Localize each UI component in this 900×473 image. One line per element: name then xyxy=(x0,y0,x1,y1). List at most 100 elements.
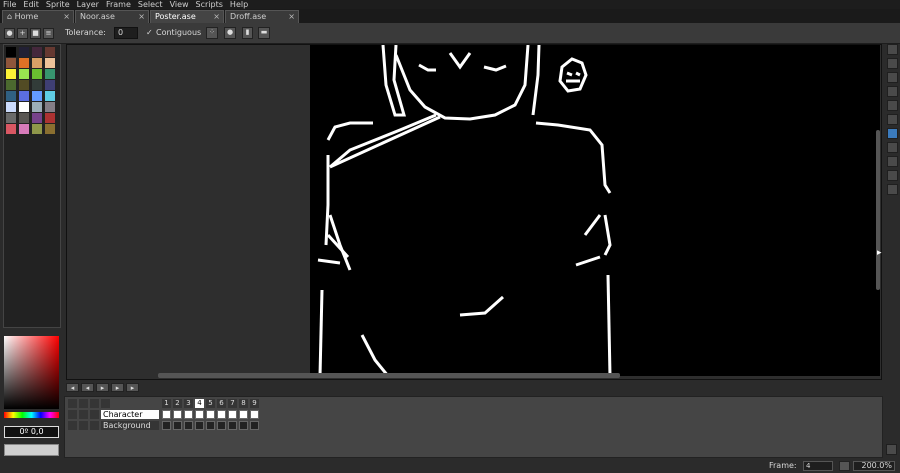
frame-header-7[interactable]: 7 xyxy=(228,399,237,408)
lock-icon[interactable] xyxy=(79,421,88,430)
frame-header-2[interactable]: 2 xyxy=(173,399,182,408)
blur-icon[interactable] xyxy=(887,170,898,181)
first-frame-icon[interactable]: ◂ xyxy=(66,383,79,392)
menu-layer[interactable]: Layer xyxy=(77,0,99,9)
palette-swatch[interactable] xyxy=(45,113,55,123)
rectangle-icon[interactable] xyxy=(887,156,898,167)
vertical-scrollbar[interactable] xyxy=(876,130,880,290)
palette-swatch[interactable] xyxy=(19,124,29,134)
tolerance-input[interactable]: 0 xyxy=(114,27,138,39)
palette-swatch[interactable] xyxy=(45,91,55,101)
eraser-icon[interactable] xyxy=(887,72,898,83)
timeline-cel[interactable] xyxy=(239,410,248,419)
palette-swatch[interactable] xyxy=(19,91,29,101)
link-icon[interactable] xyxy=(90,399,99,408)
palette-swatch[interactable] xyxy=(6,102,16,112)
timeline-cel[interactable] xyxy=(195,421,204,430)
timeline-cel[interactable] xyxy=(217,421,226,430)
menu-file[interactable]: File xyxy=(3,0,16,9)
ink-alpha-icon[interactable]: + xyxy=(17,28,28,39)
palette-swatch[interactable] xyxy=(32,113,42,123)
zoom-level[interactable]: 200.0% xyxy=(853,461,895,471)
ink-shade-icon[interactable]: ≡ xyxy=(43,28,54,39)
marquee-icon[interactable] xyxy=(887,44,898,55)
play-icon[interactable]: ▸ xyxy=(96,383,109,392)
palette-swatch[interactable] xyxy=(6,80,16,90)
palette-swatch[interactable] xyxy=(32,69,42,79)
timeline-cel[interactable] xyxy=(184,410,193,419)
horizontal-scrollbar[interactable] xyxy=(158,373,620,378)
palette-swatch[interactable] xyxy=(32,47,42,57)
menu-sprite[interactable]: Sprite xyxy=(46,0,70,9)
menu-scripts[interactable]: Scripts xyxy=(196,0,223,9)
timeline-cel[interactable] xyxy=(195,410,204,419)
timeline-cel[interactable] xyxy=(173,410,182,419)
palette-swatch[interactable] xyxy=(19,102,29,112)
close-icon[interactable]: × xyxy=(288,11,295,23)
palette-swatch[interactable] xyxy=(19,69,29,79)
timeline-cel[interactable] xyxy=(228,410,237,419)
palette-swatch[interactable] xyxy=(6,47,16,57)
palette-swatch[interactable] xyxy=(6,58,16,68)
palette-swatch[interactable] xyxy=(45,58,55,68)
frame-header-6[interactable]: 6 xyxy=(217,399,226,408)
palette-swatch[interactable] xyxy=(45,47,55,57)
palette-swatch[interactable] xyxy=(19,80,29,90)
menu-edit[interactable]: Edit xyxy=(23,0,39,9)
timeline-cel[interactable] xyxy=(206,421,215,430)
layers-icon[interactable]: ▬ xyxy=(258,27,270,39)
zoom-icon[interactable] xyxy=(839,461,850,471)
link-icon[interactable] xyxy=(90,421,99,430)
palette-swatch[interactable] xyxy=(45,69,55,79)
zoom-icon[interactable] xyxy=(887,100,898,111)
palette-swatch[interactable] xyxy=(32,58,42,68)
paint-bucket-icon[interactable] xyxy=(887,128,898,139)
palette-swatch[interactable] xyxy=(32,102,42,112)
frame-header-5[interactable]: 5 xyxy=(206,399,215,408)
lock-icon[interactable] xyxy=(79,399,88,408)
ink-lock-icon[interactable]: ■ xyxy=(30,28,41,39)
timeline-cel[interactable] xyxy=(217,410,226,419)
tab-noor[interactable]: Noor.ase × xyxy=(75,10,149,23)
menu-frame[interactable]: Frame xyxy=(106,0,131,9)
layer-name-character[interactable]: Character xyxy=(101,410,159,419)
lock-icon[interactable] xyxy=(79,410,88,419)
eye-icon[interactable] xyxy=(68,399,77,408)
palette-swatch[interactable] xyxy=(19,113,29,123)
timeline-cel[interactable] xyxy=(162,421,171,430)
tab-droff[interactable]: Droff.ase × xyxy=(225,10,299,23)
line-icon[interactable] xyxy=(887,142,898,153)
next-frame-icon[interactable]: ▸ xyxy=(111,383,124,392)
timeline-cel[interactable] xyxy=(228,421,237,430)
frame-header-3[interactable]: 3 xyxy=(184,399,193,408)
timeline-cel[interactable] xyxy=(250,410,259,419)
palette-swatch[interactable] xyxy=(19,47,29,57)
frame-header-1[interactable]: 1 xyxy=(162,399,171,408)
close-icon[interactable]: × xyxy=(213,11,220,23)
continuous-icon[interactable] xyxy=(101,399,110,408)
timeline-cel[interactable] xyxy=(250,421,259,430)
sprite-canvas[interactable] xyxy=(310,45,880,376)
user-icon[interactable]: ● xyxy=(224,27,236,39)
frame-header-9[interactable]: 9 xyxy=(250,399,259,408)
frame-header-4[interactable]: 4 xyxy=(195,399,204,408)
tab-home[interactable]: ⌂ Home × xyxy=(2,10,74,23)
contiguous-checkbox[interactable]: ✓ xyxy=(146,28,153,37)
link-icon[interactable] xyxy=(90,410,99,419)
menu-help[interactable]: Help xyxy=(230,0,248,9)
tab-poster[interactable]: Poster.ase × xyxy=(150,10,224,23)
frame-header-8[interactable]: 8 xyxy=(239,399,248,408)
saturation-value-area[interactable] xyxy=(4,336,59,409)
palette-swatch[interactable] xyxy=(45,124,55,134)
palette-swatch[interactable] xyxy=(6,113,16,123)
pencil-icon[interactable] xyxy=(887,58,898,69)
lock-icon[interactable]: ▮ xyxy=(242,27,253,39)
menu-select[interactable]: Select xyxy=(138,0,163,9)
timeline-cel[interactable] xyxy=(239,421,248,430)
palette-swatch[interactable] xyxy=(6,124,16,134)
timeline-cel[interactable] xyxy=(184,421,193,430)
palette-swatch[interactable] xyxy=(45,80,55,90)
ink-simple-icon[interactable]: ● xyxy=(4,28,15,39)
close-icon[interactable]: × xyxy=(138,11,145,23)
timeline-toggle-button[interactable] xyxy=(886,444,897,455)
